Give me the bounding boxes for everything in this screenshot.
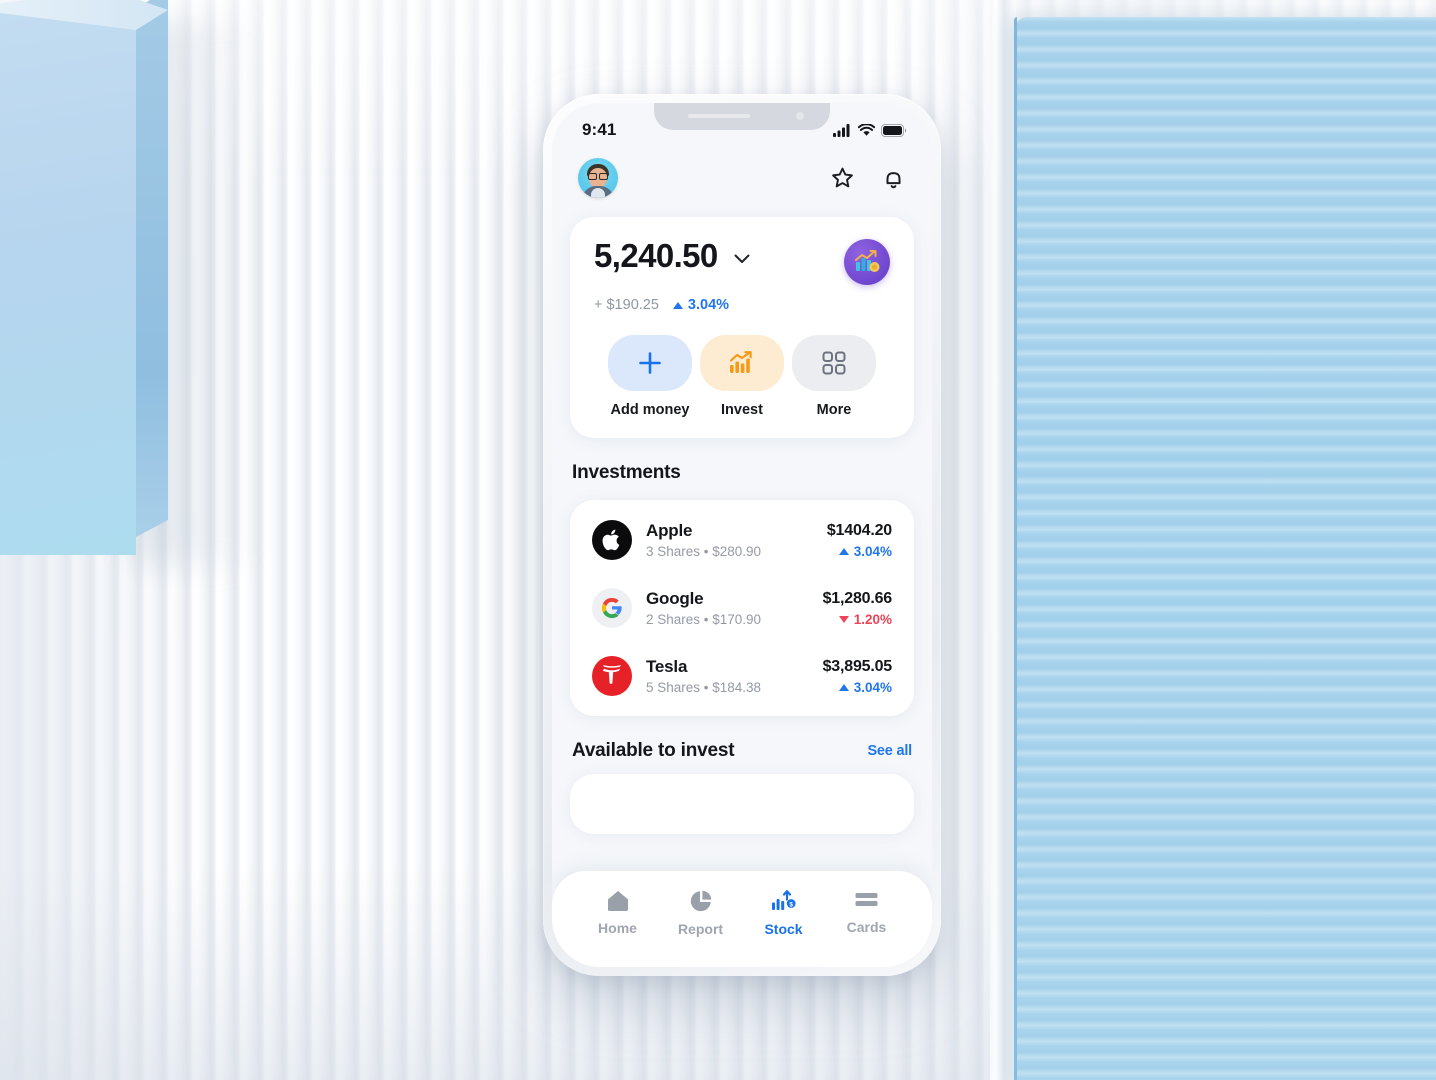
investment-value: $3,895.05 <box>822 657 893 675</box>
action-more[interactable]: More <box>788 335 880 418</box>
balance-delta: + $190.25 <box>594 297 659 313</box>
balance-amount-group[interactable]: 5,240.50 <box>594 239 750 272</box>
avatar-shirt <box>591 188 605 198</box>
table-row[interactable]: Google 2 Shares • $170.90 $1,280.66 1.20… <box>588 574 896 642</box>
tab-label-cards: Cards <box>846 919 887 935</box>
investment-values: $3,895.05 3.04% <box>822 657 893 695</box>
header-icon-group <box>830 166 906 191</box>
investment-values: $1404.20 3.04% <box>827 522 892 559</box>
investment-value: $1,280.66 <box>822 589 893 607</box>
investment-info: Google 2 Shares • $170.90 <box>646 589 809 627</box>
investment-name: Tesla <box>646 657 688 676</box>
tab-home[interactable]: Home <box>576 889 659 936</box>
investment-name: Google <box>646 589 704 608</box>
balance-top-row: 5,240.50 <box>594 239 890 285</box>
portfolio-badge[interactable] <box>844 239 890 285</box>
investment-subtitle: 5 Shares • $184.38 <box>646 680 762 695</box>
investment-percent: 1.20% <box>823 612 892 627</box>
tesla-logo-icon <box>592 656 632 696</box>
investments-card: Apple 3 Shares • $280.90 $1404.20 3.04% <box>570 500 914 716</box>
quick-actions: Add money Invest More <box>594 335 890 418</box>
stock-bars-icon: $ <box>771 890 796 910</box>
blue-right-panel-prop <box>1014 17 1436 1080</box>
star-icon[interactable] <box>830 166 855 190</box>
investment-info: Tesla 5 Shares • $184.38 <box>646 657 809 695</box>
apple-logo-icon <box>592 520 632 560</box>
table-row[interactable]: Tesla 5 Shares • $184.38 $3,895.05 3.04% <box>588 642 896 710</box>
triangle-up-icon <box>838 683 849 691</box>
available-to-invest-title: Available to invest <box>572 740 735 761</box>
action-label-add-money: Add money <box>610 402 690 418</box>
balance-subrow: + $190.25 3.04% <box>594 297 890 313</box>
tab-cards[interactable]: Cards <box>825 889 908 935</box>
credit-card-icon <box>855 893 878 906</box>
pie-chart-icon <box>690 890 711 912</box>
investment-percent: 3.04% <box>823 680 892 695</box>
box-side-face <box>136 0 168 537</box>
triangle-up-icon <box>838 547 849 555</box>
investment-name: Apple <box>646 521 693 540</box>
investment-percent-value: 1.20% <box>853 611 892 627</box>
investments-title: Investments <box>572 462 912 484</box>
battery-icon <box>881 123 906 137</box>
tab-report[interactable]: Report <box>659 889 742 937</box>
available-to-invest-header: Available to invest See all <box>572 740 912 762</box>
investment-percent-value: 3.04% <box>853 543 892 559</box>
action-label-invest: Invest <box>721 402 763 418</box>
balance-card: 5,240.50 + $190.25 3.04% Add money Inves… <box>570 217 914 438</box>
google-logo-icon <box>592 588 632 628</box>
balance-percent: 3.04% <box>672 297 730 313</box>
chevron-down-icon[interactable] <box>734 254 750 264</box>
investment-value: $1404.20 <box>826 521 892 539</box>
balance-amount: 5,240.50 <box>594 237 718 274</box>
more-pill <box>792 335 876 391</box>
grid-four-squares-icon <box>822 351 846 375</box>
triangle-down-icon <box>838 615 849 623</box>
box-front-face <box>0 8 136 555</box>
table-row[interactable]: Apple 3 Shares • $280.90 $1404.20 3.04% <box>588 506 896 574</box>
app-header <box>552 149 932 201</box>
avatar[interactable] <box>578 158 618 198</box>
home-icon <box>607 891 628 911</box>
investment-info: Apple 3 Shares • $280.90 <box>646 521 813 559</box>
phone-screen: 9:41 5,240.50 + $190.25 3.04% Add money … <box>552 103 932 967</box>
blue-3d-box-prop <box>0 0 256 565</box>
bottom-tab-bar: Home Report $ Stock Cards <box>552 871 932 967</box>
status-bar: 9:41 <box>552 103 932 149</box>
investment-values: $1,280.66 1.20% <box>822 589 893 627</box>
tab-stock[interactable]: $ Stock <box>742 889 825 937</box>
investment-subtitle: 2 Shares • $170.90 <box>646 612 762 627</box>
balance-percent-value: 3.04% <box>687 297 730 313</box>
bell-icon[interactable] <box>881 166 906 191</box>
add-money-pill <box>608 335 692 391</box>
action-invest[interactable]: Invest <box>696 335 788 418</box>
action-label-more: More <box>816 402 852 418</box>
tab-label-home: Home <box>598 920 637 936</box>
cellular-signal-icon <box>833 123 850 137</box>
tab-label-report: Report <box>677 921 724 937</box>
action-add-money[interactable]: Add money <box>604 335 696 418</box>
status-time: 9:41 <box>582 120 617 139</box>
chart-coins-icon <box>855 250 880 272</box>
see-all-link[interactable]: See all <box>867 743 912 759</box>
panel-gap-strip <box>990 0 1016 1080</box>
investment-percent: 3.04% <box>827 544 892 559</box>
avatar-glasses <box>588 173 608 180</box>
tab-label-stock: Stock <box>764 921 803 937</box>
status-icons <box>833 123 906 137</box>
investment-percent-value: 3.04% <box>853 679 892 695</box>
triangle-up-icon <box>672 301 683 309</box>
wifi-icon <box>858 123 875 136</box>
investment-subtitle: 3 Shares • $280.90 <box>646 544 762 559</box>
trending-up-bars-icon <box>729 351 752 373</box>
plus-icon <box>639 352 661 374</box>
svg-text:$: $ <box>789 901 793 908</box>
investments-title-text: Investments <box>572 462 681 483</box>
invest-pill <box>700 335 784 391</box>
phone-device-frame: 9:41 5,240.50 + $190.25 3.04% Add money … <box>543 94 941 976</box>
available-to-invest-card[interactable] <box>570 774 914 834</box>
